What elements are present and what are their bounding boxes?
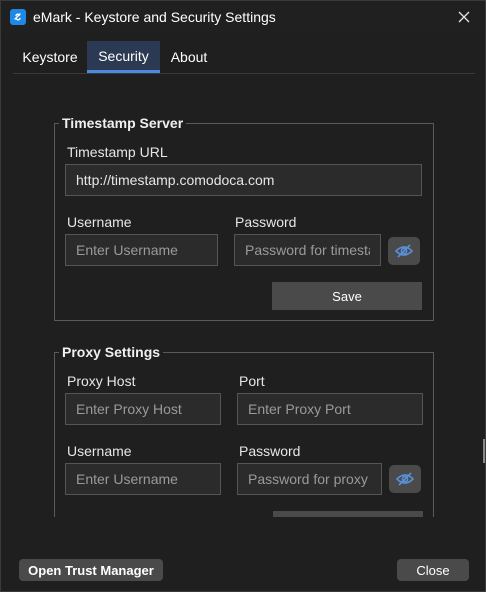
timestamp-username-input[interactable] [65,234,218,266]
proxy-password-label: Password [239,443,301,459]
close-button[interactable]: Close [397,559,469,581]
timestamp-password-input[interactable] [234,234,381,266]
security-tab-content: Timestamp Server Timestamp URL Username … [19,74,469,517]
timestamp-save-button[interactable]: Save [272,282,422,310]
timestamp-url-label: Timestamp URL [67,144,168,160]
timestamp-server-legend: Timestamp Server [59,115,187,131]
settings-window: eMark - Keystore and Security Settings K… [0,0,486,592]
window-title: eMark - Keystore and Security Settings [33,9,276,25]
proxy-save-button[interactable] [273,511,423,517]
window-close-button[interactable] [451,5,477,29]
scrollbar-thumb[interactable] [483,439,485,463]
proxy-settings-legend: Proxy Settings [59,344,164,360]
close-icon [458,11,470,23]
proxy-password-visibility-toggle[interactable] [389,465,421,493]
eye-off-icon [395,472,415,486]
timestamp-password-label: Password [235,214,297,230]
proxy-host-label: Proxy Host [67,373,136,389]
tab-security[interactable]: Security [87,41,160,73]
open-trust-manager-button[interactable]: Open Trust Manager [19,559,163,581]
proxy-password-input[interactable] [237,463,382,495]
timestamp-url-input[interactable] [65,164,422,196]
proxy-port-label: Port [239,373,265,389]
proxy-port-input[interactable] [237,393,423,425]
title-bar: eMark - Keystore and Security Settings [1,1,485,33]
proxy-username-input[interactable] [65,463,221,495]
app-logo-icon [10,9,26,25]
tab-keystore[interactable]: Keystore [13,41,87,73]
tab-about[interactable]: About [160,41,218,73]
proxy-username-label: Username [67,443,132,459]
timestamp-username-label: Username [67,214,132,230]
eye-off-icon [394,244,414,258]
proxy-host-input[interactable] [65,393,221,425]
timestamp-password-visibility-toggle[interactable] [388,237,420,265]
